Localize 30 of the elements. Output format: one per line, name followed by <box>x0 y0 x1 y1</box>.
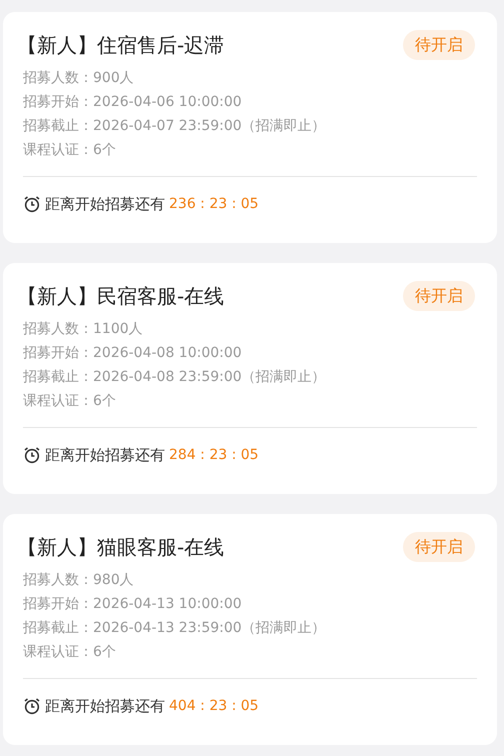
info-line: 招募截止：2026-04-08 23:59:00（招满即止） <box>23 368 327 387</box>
info-line: 招募人数：900人 <box>23 69 135 88</box>
info-line: 招募开始：2026-04-13 10:00:00 <box>23 595 243 614</box>
job-card[interactable]: 【新人】住宿售后-迟滞 待开启 招募人数：900人 招募开始：2026-04-06 10:00:00 招募截止：2026-04-07 23:59:00（招满即止） 课程认证：6个 距离开始招募还有 236 : 23 : 05 <box>3 12 497 243</box>
card-title: 【新人】猫眼客服-在线 <box>17 534 224 561</box>
info-line: 招募截止：2026-04-07 23:59:00（招满即止） <box>23 117 327 136</box>
info-line: 招募开始：2026-04-06 10:00:00 <box>23 93 243 112</box>
status-badge: 待开启 <box>403 532 475 562</box>
status-badge: 待开启 <box>403 30 475 60</box>
alarm-clock-icon <box>23 697 41 716</box>
alarm-clock-icon <box>23 446 41 464</box>
alarm-clock-icon <box>23 195 41 214</box>
info-line: 招募人数：1100人 <box>23 320 144 339</box>
countdown-label: 距离开始招募还有 <box>45 696 165 717</box>
countdown-timer: 404 : 23 : 05 <box>169 696 259 716</box>
info-line: 招募开始：2026-04-08 10:00:00 <box>23 344 243 363</box>
countdown-label: 距离开始招募还有 <box>45 194 165 215</box>
card-title: 【新人】民宿客服-在线 <box>17 283 224 310</box>
countdown-timer: 284 : 23 : 05 <box>169 446 259 465</box>
info-line: 课程认证：6个 <box>23 392 117 411</box>
countdown-timer: 236 : 23 : 05 <box>169 194 259 214</box>
info-line: 课程认证：6个 <box>23 141 117 160</box>
info-line: 招募截止：2026-04-13 23:59:00（招满即止） <box>23 619 327 638</box>
job-card[interactable]: 【新人】民宿客服-在线 待开启 招募人数：1100人 招募开始：2026-04-08 10:00:00 招募截止：2026-04-08 23:59:00（招满即止） 课程认证：6个 距离开始招募还有 284 : 23 : 05 <box>3 263 497 494</box>
job-card[interactable]: 【新人】猫眼客服-在线 待开启 招募人数：980人 招募开始：2026-04-13 10:00:00 招募截止：2026-04-13 23:59:00（招满即止） 课程认证：6个 距离开始招募还有 404 : 23 : 05 <box>3 514 497 745</box>
countdown-label: 距离开始招募还有 <box>45 445 165 466</box>
info-line: 课程认证：6个 <box>23 643 117 662</box>
status-badge: 待开启 <box>403 281 475 311</box>
card-title: 【新人】住宿售后-迟滞 <box>17 32 224 59</box>
info-line: 招募人数：980人 <box>23 571 135 590</box>
